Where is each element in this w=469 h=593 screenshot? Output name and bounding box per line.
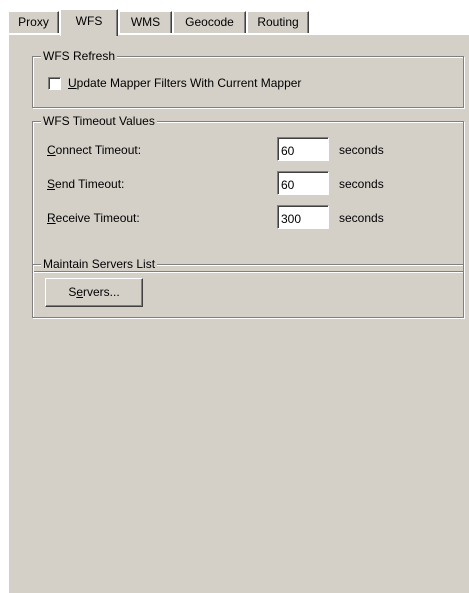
maintain-servers-group: Maintain Servers List Servers... [32,257,464,318]
tab-proxy[interactable]: Proxy [8,11,59,33]
tab-geocode[interactable]: Geocode [173,11,246,33]
receive-timeout-label: Receive Timeout: [47,211,140,225]
maintain-servers-legend: Maintain Servers List [41,257,158,271]
tab-panel-wfs: WFS Refresh Update Mapper Filters With C… [8,34,469,593]
tab-wms[interactable]: WMS [119,11,172,33]
send-timeout-input[interactable] [277,171,329,195]
receive-timeout-input[interactable] [277,205,329,229]
update-mapper-filters-label[interactable]: Update Mapper Filters With Current Mappe… [68,75,301,91]
servers-button[interactable]: Servers... [45,278,143,307]
wfs-refresh-group: WFS Refresh Update Mapper Filters With C… [32,49,464,108]
send-timeout-unit: seconds [339,177,384,191]
tab-routing[interactable]: Routing [247,11,309,33]
receive-timeout-unit: seconds [339,211,384,225]
connect-timeout-unit: seconds [339,143,384,157]
connect-timeout-input[interactable] [277,137,329,161]
connect-timeout-label: Connect Timeout: [47,143,142,157]
tab-wfs[interactable]: WFS [60,9,118,36]
send-timeout-label: Send Timeout: [47,177,125,191]
update-mapper-filters-checkbox[interactable] [48,77,61,90]
wfs-refresh-legend: WFS Refresh [41,49,118,63]
wfs-timeout-group: WFS Timeout Values Connect Timeout: seco… [32,114,464,272]
wfs-timeout-legend: WFS Timeout Values [41,114,157,128]
